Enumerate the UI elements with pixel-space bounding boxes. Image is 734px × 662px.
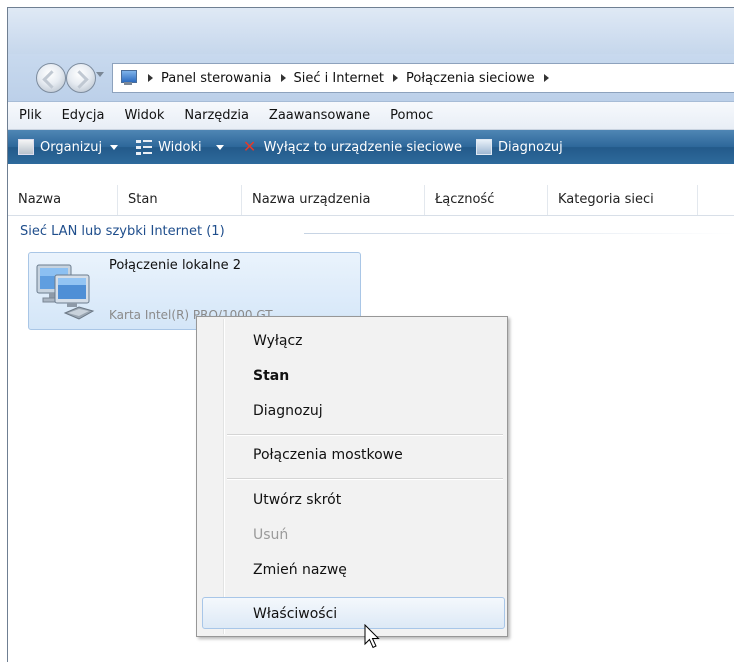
title-bar [8,8,734,54]
group-divider [304,233,734,234]
forward-arrow-icon [70,70,89,89]
network-connection-icon [36,264,95,320]
menu-file[interactable]: Plik [8,108,51,123]
command-toolbar: Organizuj Widoki ✕ Wyłącz to urządzenie … [8,130,734,164]
menu-view[interactable]: Widok [113,108,173,123]
menu-separator [227,478,503,480]
recent-pages-dropdown[interactable] [96,72,104,77]
menu-item-create-shortcut[interactable]: Utwórz skrót [253,492,341,508]
column-device-name[interactable]: Nazwa urządzenia [242,185,425,215]
breadcrumb-control-panel[interactable]: Panel sterowania [161,71,272,86]
disable-device-button[interactable]: ✕ Wyłącz to urządzenie sieciowe [242,139,462,155]
red-x-icon: ✕ [242,137,257,156]
organize-icon [18,139,34,155]
column-status[interactable]: Stan [118,185,242,215]
diagnose-button[interactable]: Diagnozuj [476,139,563,155]
menu-item-bridge[interactable]: Połączenia mostkowe [253,447,403,463]
menu-item-properties[interactable]: Właściwości [253,606,337,622]
column-name[interactable]: Nazwa [8,185,118,215]
views-icon [136,139,153,155]
menu-bar: Plik Edycja Widok Narzędzia Zaawansowane… [8,102,734,130]
context-menu-highlight [202,597,505,629]
column-headers: Nazwa Stan Nazwa urządzenia Łączność Kat… [8,185,734,216]
context-menu: Wyłącz Stan Diagnozuj Połączenia mostkow… [196,316,508,637]
mouse-pointer-icon [364,624,380,649]
views-label: Widoki [158,139,202,155]
diagnose-label: Diagnozuj [498,139,563,155]
back-arrow-icon [42,70,61,89]
navigation-bar: Panel sterowania Sieć i Internet Połącze… [8,54,734,102]
organize-label: Organizuj [40,139,103,155]
context-menu-gutter [223,319,225,634]
address-bar[interactable]: Panel sterowania Sieć i Internet Połącze… [112,63,734,93]
breadcrumb-network-internet[interactable]: Sieć i Internet [294,71,385,86]
connection-name: Połączenie lokalne 2 [109,258,242,273]
group-header[interactable]: Sieć LAN lub szybki Internet (1) [20,224,225,239]
menu-help[interactable]: Pomoc [379,108,442,123]
back-button[interactable] [36,63,66,93]
menu-item-disable[interactable]: Wyłącz [253,333,303,349]
menu-edit[interactable]: Edycja [51,108,114,123]
chevron-down-icon [215,144,224,150]
menu-separator [227,434,503,436]
chevron-down-icon [110,144,119,150]
forward-button[interactable] [66,63,96,93]
breadcrumb-network-connections[interactable]: Połączenia sieciowe [406,71,535,86]
disable-device-label: Wyłącz to urządzenie sieciowe [263,139,463,155]
menu-item-status[interactable]: Stan [253,368,289,384]
organize-button[interactable]: Organizuj [18,139,119,155]
control-panel-icon [119,69,139,87]
menu-item-delete: Usuń [253,527,289,543]
menu-item-diagnose[interactable]: Diagnozuj [253,403,323,419]
breadcrumb-arrow-icon[interactable] [393,74,399,82]
menu-item-rename[interactable]: Zmień nazwę [253,562,347,578]
menu-tools[interactable]: Narzędzia [173,108,258,123]
column-connectivity[interactable]: Łączność [425,185,548,215]
breadcrumb-arrow-icon[interactable] [543,74,549,82]
column-network-category[interactable]: Kategoria sieci [548,185,698,215]
views-button[interactable]: Widoki [136,139,224,155]
breadcrumb-arrow-icon[interactable] [148,74,153,82]
menu-advanced[interactable]: Zaawansowane [258,108,379,123]
diagnose-icon [476,139,493,155]
breadcrumb-arrow-icon[interactable] [280,74,286,82]
